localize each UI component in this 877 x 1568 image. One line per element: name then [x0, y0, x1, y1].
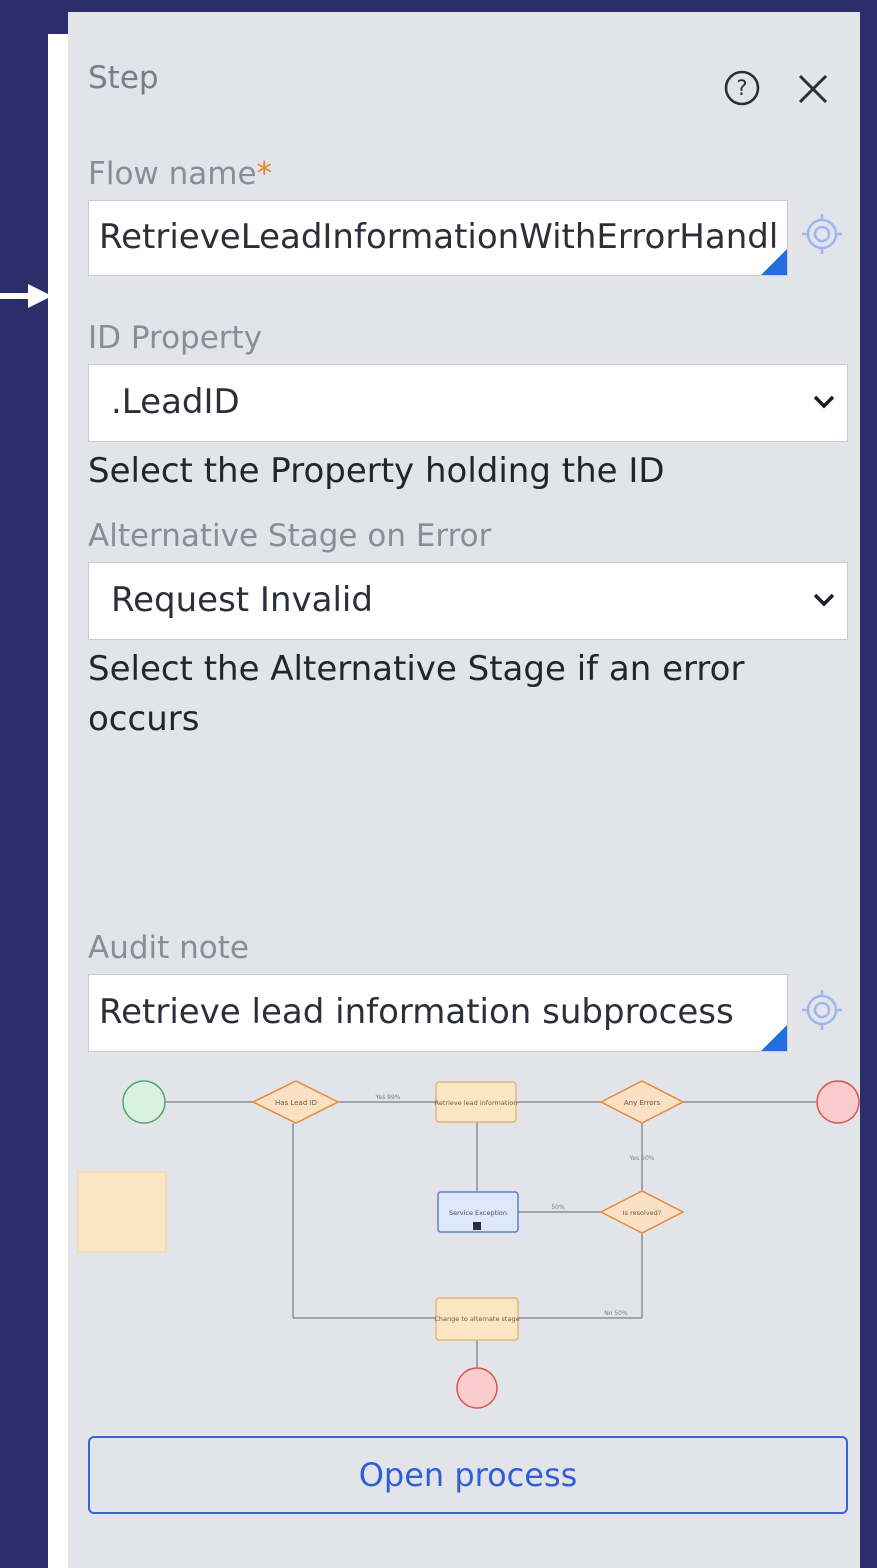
flow-name-label-text: Flow name — [88, 156, 257, 192]
audit-note-label: Audit note — [88, 930, 249, 966]
svg-text:?: ? — [736, 76, 747, 100]
pointer-arrow-icon — [0, 284, 52, 308]
id-property-label: ID Property — [88, 320, 263, 356]
crosshair-target-icon[interactable] — [800, 988, 844, 1032]
open-process-button[interactable]: Open process — [88, 1436, 848, 1514]
panel-title: Step — [88, 60, 159, 96]
activity-label: Change to alternate stage — [434, 1315, 519, 1323]
id-property-select[interactable]: .LeadID — [88, 364, 848, 442]
alt-stage-value: Request Invalid — [111, 580, 373, 620]
edge-label: 50% — [551, 1204, 565, 1211]
id-property-value: .LeadID — [111, 382, 240, 422]
alt-stage-hint-line1: Select the Alternative Stage if an error — [88, 649, 745, 689]
required-mark: * — [256, 156, 273, 192]
edge-label: Yes 99% — [375, 1094, 401, 1101]
resize-corner-icon — [761, 1025, 787, 1051]
activity-label: Service Exception — [449, 1209, 507, 1217]
start-event — [122, 1080, 166, 1124]
close-icon[interactable] — [794, 70, 832, 108]
chevron-down-icon — [813, 593, 835, 607]
flow-name-input[interactable]: RetrieveLeadInformationWithErrorHandling — [88, 200, 788, 276]
audit-note-input[interactable]: Retrieve lead information subprocess — [88, 974, 788, 1052]
step-properties-panel: Step ? Flow name* RetrieveLeadInformatio… — [68, 12, 860, 1568]
resize-corner-icon — [761, 249, 787, 275]
note-box — [77, 1171, 167, 1253]
subprocess-icon — [473, 1222, 481, 1230]
alt-stage-label: Alternative Stage on Error — [88, 518, 492, 554]
flow-name-label: Flow name* — [88, 156, 272, 192]
alt-stage-select[interactable]: Request Invalid — [88, 562, 848, 640]
alt-stage-hint: Select the Alternative Stage if an error… — [88, 644, 744, 744]
help-circle-icon[interactable]: ? — [722, 68, 762, 108]
id-property-hint: Select the Property holding the ID — [88, 451, 665, 491]
activity-label: Retrieve lead information — [435, 1099, 518, 1107]
decision-label: Has Lead ID — [275, 1099, 317, 1107]
chevron-down-icon — [813, 395, 835, 409]
flow-name-value: RetrieveLeadInformationWithErrorHandling — [99, 217, 777, 257]
process-diagram-preview: Has Lead ID Retrieve lead information An… — [77, 1080, 860, 1409]
decision-label: Any Errors — [624, 1099, 661, 1107]
end-event — [816, 1080, 860, 1124]
end-event — [456, 1367, 498, 1409]
crosshair-target-icon[interactable] — [800, 212, 844, 256]
edge-label: Yes 50% — [629, 1155, 655, 1162]
audit-note-value: Retrieve lead information subprocess — [99, 992, 734, 1032]
alt-stage-hint-line2: occurs — [88, 699, 200, 739]
edge-label: No 50% — [604, 1310, 628, 1317]
decision-label: Is resolved? — [623, 1209, 662, 1217]
